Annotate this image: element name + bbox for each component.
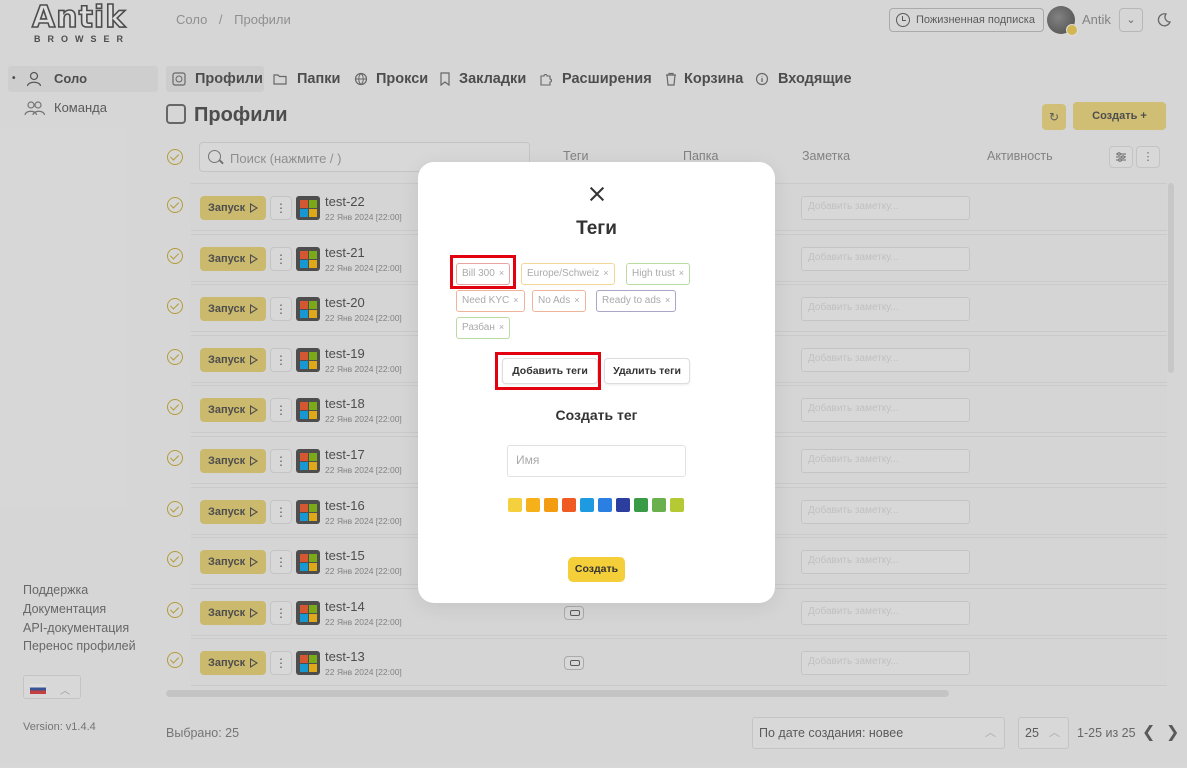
tag-label: Need KYC [462, 295, 510, 306]
tags-modal: Теги Bill 300 × Europe/Schweiz × High trust ×… [418, 162, 775, 603]
tag-chip[interactable]: No Ads × [532, 290, 586, 312]
remove-tags-button[interactable]: Удалить теги [604, 358, 690, 384]
remove-tag-icon[interactable]: × [603, 268, 608, 278]
tag-label: Ready to ads [602, 295, 661, 306]
color-swatch[interactable] [526, 498, 540, 512]
highlight-box-add-tags [495, 352, 601, 390]
create-tag-button[interactable]: Создать [568, 557, 625, 582]
tag-label: Разбан [462, 322, 495, 333]
remove-tag-icon[interactable]: × [513, 295, 518, 305]
tag-chip[interactable]: Ready to ads × [596, 290, 677, 312]
tag-chip[interactable]: High trust × [626, 263, 691, 285]
tag-name-field [507, 445, 686, 477]
color-swatch[interactable] [562, 498, 576, 512]
tag-label: No Ads [538, 295, 571, 306]
close-icon[interactable] [590, 187, 604, 201]
remove-tag-icon[interactable]: × [574, 295, 579, 305]
color-swatch[interactable] [670, 498, 684, 512]
remove-tag-icon[interactable]: × [499, 322, 504, 332]
app-root: Antik BROWSER Соло / Профили Пожизненная… [0, 0, 1187, 768]
modal-title: Теги [576, 218, 617, 239]
color-swatch[interactable] [508, 498, 522, 512]
color-swatch[interactable] [652, 498, 666, 512]
color-swatch[interactable] [544, 498, 558, 512]
tag-chip[interactable]: Need KYC × [456, 290, 525, 312]
tag-label: High trust [632, 268, 675, 279]
color-swatch[interactable] [616, 498, 630, 512]
highlight-box-tag [450, 255, 516, 289]
tag-chip[interactable]: Europe/Schweiz × [521, 263, 615, 285]
tag-chip[interactable]: Разбан × [456, 317, 511, 339]
create-tag-title: Создать тег [555, 407, 638, 423]
tag-name-input[interactable] [516, 453, 676, 467]
color-swatch[interactable] [598, 498, 612, 512]
color-swatch[interactable] [580, 498, 594, 512]
remove-tag-icon[interactable]: × [679, 268, 684, 278]
remove-tag-icon[interactable]: × [665, 295, 670, 305]
color-swatch[interactable] [634, 498, 648, 512]
tag-label: Europe/Schweiz [527, 268, 600, 279]
